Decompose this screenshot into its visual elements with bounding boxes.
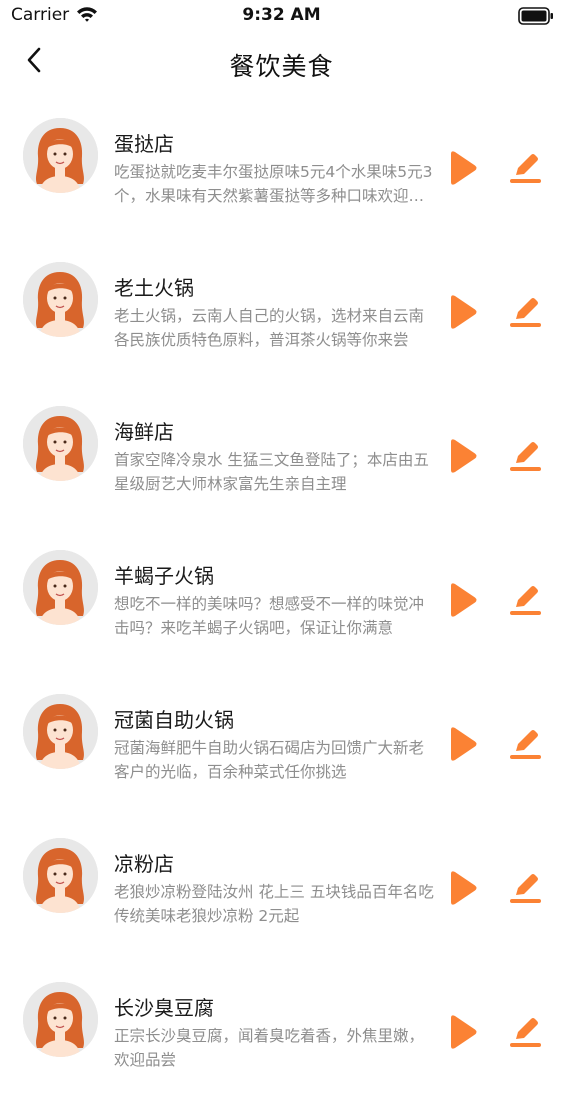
list-item[interactable]: 老土火锅 老土火锅，云南人自己的火锅，选材来自云南各民族优质特色原料，普洱茶火锅… <box>0 256 563 400</box>
play-button[interactable] <box>447 868 479 908</box>
play-icon <box>447 724 479 768</box>
item-title: 凉粉店 <box>114 852 174 876</box>
edit-icon <box>507 436 543 480</box>
clock: 9:32 AM <box>242 5 321 25</box>
item-title: 老土火锅 <box>114 276 194 300</box>
edit-button[interactable] <box>507 1012 543 1052</box>
avatar <box>23 982 98 1057</box>
edit-button[interactable] <box>507 292 543 332</box>
list-item[interactable]: 冠菌自助火锅 冠菌海鲜肥牛自助火锅石碣店为回馈广大新老客户的光临，百余种菜式任你… <box>0 688 563 832</box>
play-icon <box>447 1012 479 1056</box>
list-item[interactable]: 凉粉店 老狼炒凉粉登陆汝州 花上三 五块钱品百年名吃 传统美味老狼炒凉粉 2元起 <box>0 832 563 976</box>
item-description: 老狼炒凉粉登陆汝州 花上三 五块钱品百年名吃 传统美味老狼炒凉粉 2元起 <box>114 883 434 925</box>
avatar <box>23 550 98 625</box>
avatar <box>23 262 98 337</box>
edit-button[interactable] <box>507 724 543 764</box>
edit-icon <box>507 292 543 336</box>
list-item[interactable]: 蛋挞店 吃蛋挞就吃麦丰尔蛋挞原味5元4个水果味5元3个，水果味有天然紫薯蛋挞等多… <box>0 112 563 256</box>
restaurant-list: 蛋挞店 吃蛋挞就吃麦丰尔蛋挞原味5元4个水果味5元3个，水果味有天然紫薯蛋挞等多… <box>0 112 563 1120</box>
item-title: 海鲜店 <box>114 420 174 444</box>
play-icon <box>447 148 479 192</box>
item-title: 蛋挞店 <box>114 132 174 156</box>
avatar <box>23 838 98 913</box>
item-description: 正宗长沙臭豆腐，闻着臭吃着香，外焦里嫩，欢迎品尝 <box>114 1027 425 1069</box>
play-button[interactable] <box>447 580 479 620</box>
avatar <box>23 694 98 769</box>
edit-button[interactable] <box>507 580 543 620</box>
edit-icon <box>507 724 543 768</box>
avatar <box>23 406 98 481</box>
avatar <box>23 118 98 193</box>
play-icon <box>447 580 479 624</box>
play-button[interactable] <box>447 1012 479 1052</box>
navigation-bar: 餐饮美食 <box>0 38 563 90</box>
item-title: 冠菌自助火锅 <box>114 708 234 732</box>
item-description: 想吃不一样的美味吗？想感受不一样的味觉冲击吗？来吃羊蝎子火锅吧，保证让你满意 <box>114 595 425 637</box>
list-item[interactable]: 海鲜店 首家空降冷泉水 生猛三文鱼登陆了；本店由五星级厨艺大师林家富先生亲自主理 <box>0 400 563 544</box>
play-button[interactable] <box>447 148 479 188</box>
item-title: 羊蝎子火锅 <box>114 564 214 588</box>
play-button[interactable] <box>447 724 479 764</box>
edit-icon <box>507 580 543 624</box>
edit-button[interactable] <box>507 148 543 188</box>
play-icon <box>447 436 479 480</box>
edit-button[interactable] <box>507 436 543 476</box>
play-icon <box>447 292 479 336</box>
play-icon <box>447 868 479 912</box>
play-button[interactable] <box>447 436 479 476</box>
battery-icon <box>518 7 554 29</box>
item-description: 吃蛋挞就吃麦丰尔蛋挞原味5元4个水果味5元3个，水果味有天然紫薯蛋挞等多种口味欢… <box>114 163 433 205</box>
list-item[interactable]: 羊蝎子火锅 想吃不一样的美味吗？想感受不一样的味觉冲击吗？来吃羊蝎子火锅吧，保证… <box>0 544 563 688</box>
edit-icon <box>507 1012 543 1056</box>
status-bar: Carrier 9:32 AM <box>0 0 563 34</box>
item-description: 首家空降冷泉水 生猛三文鱼登陆了；本店由五星级厨艺大师林家富先生亲自主理 <box>114 451 429 493</box>
item-title: 长沙臭豆腐 <box>114 996 214 1020</box>
page-title: 餐饮美食 <box>229 52 334 81</box>
item-description: 老土火锅，云南人自己的火锅，选材来自云南各民族优质特色原料，普洱茶火锅等你来尝 <box>114 307 425 349</box>
play-button[interactable] <box>447 292 479 332</box>
edit-icon <box>507 868 543 912</box>
item-description: 冠菌海鲜肥牛自助火锅石碣店为回馈广大新老客户的光临，百余种菜式任你挑选 <box>114 739 425 781</box>
list-item[interactable]: 长沙臭豆腐 正宗长沙臭豆腐，闻着臭吃着香，外焦里嫩，欢迎品尝 <box>0 976 563 1120</box>
edit-icon <box>507 148 543 192</box>
edit-button[interactable] <box>507 868 543 908</box>
